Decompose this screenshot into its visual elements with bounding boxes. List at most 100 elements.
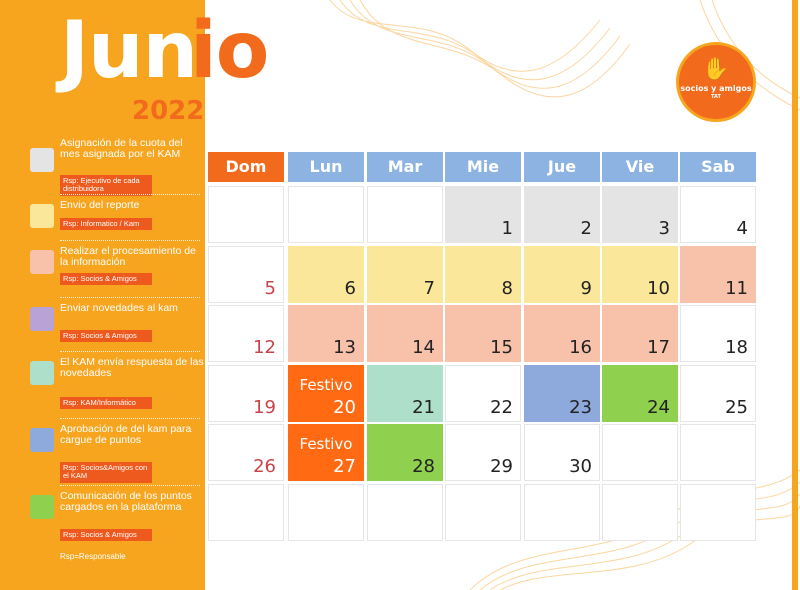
calendar-day[interactable]: 30 bbox=[524, 424, 600, 481]
calendar-empty-cell bbox=[367, 186, 443, 243]
calendar-day[interactable]: 5 bbox=[208, 245, 284, 303]
day-number: 15 bbox=[490, 337, 513, 358]
calendar-day[interactable]: 17 bbox=[602, 305, 678, 362]
calendar-empty-cell bbox=[524, 483, 600, 541]
calendar-day[interactable]: Festivo 27 bbox=[288, 424, 364, 481]
calendar-empty-cell bbox=[680, 424, 756, 481]
legend-responsible: Rsp: KAM/Informático bbox=[60, 397, 152, 410]
day-number: 14 bbox=[412, 337, 435, 358]
calendar-day[interactable]: 16 bbox=[524, 305, 600, 362]
calendar-day[interactable]: 7 bbox=[367, 245, 443, 303]
calendar-day[interactable]: 14 bbox=[367, 305, 443, 362]
calendar-day[interactable]: Festivo 20 bbox=[288, 364, 364, 422]
weekday-header: Jue bbox=[524, 152, 600, 182]
legend-responsible: Rsp: Informatico / Kam bbox=[60, 218, 152, 231]
logo-sub: TAT bbox=[711, 94, 721, 100]
day-number: 8 bbox=[501, 277, 513, 299]
day-number: 10 bbox=[647, 277, 670, 299]
day-number: 9 bbox=[580, 277, 592, 299]
weekday-header: Dom bbox=[208, 152, 284, 182]
calendar-day[interactable]: 26 bbox=[208, 424, 284, 481]
page-title-year: 2022 bbox=[132, 96, 205, 126]
day-number: 18 bbox=[725, 337, 748, 358]
legend-swatch bbox=[30, 361, 54, 385]
calendar-day[interactable]: 6 bbox=[288, 245, 364, 303]
legend-responsible: Rsp: Socios & Amigos bbox=[60, 330, 152, 343]
calendar-day[interactable]: 2 bbox=[524, 186, 600, 243]
calendar-empty-cell bbox=[445, 483, 521, 541]
day-number: 2 bbox=[580, 218, 592, 239]
legend-divider bbox=[60, 485, 200, 486]
legend-text: Asignación de la cuota del mes asignada … bbox=[60, 137, 183, 161]
day-number: 17 bbox=[647, 337, 670, 358]
weekday-header: Mar bbox=[367, 152, 443, 182]
legend-text: Envio del reporte bbox=[60, 199, 140, 211]
day-number: 27 bbox=[333, 456, 356, 477]
legend-swatch bbox=[30, 307, 54, 331]
page-title-month-accent: io bbox=[190, 6, 269, 96]
calendar-day[interactable]: 4 bbox=[680, 186, 756, 243]
day-number: 22 bbox=[490, 396, 513, 418]
page-title-month: Jun bbox=[60, 6, 198, 96]
day-number: 19 bbox=[253, 396, 276, 418]
weekday-header: Vie bbox=[602, 152, 678, 182]
legend-swatch bbox=[30, 428, 54, 452]
calendar-day[interactable]: 29 bbox=[445, 424, 521, 481]
calendar-day[interactable]: 8 bbox=[445, 245, 521, 303]
calendar-day[interactable]: 23 bbox=[524, 364, 600, 422]
legend-divider bbox=[60, 418, 200, 419]
calendar-day[interactable]: 25 bbox=[680, 364, 756, 422]
legend-responsible: Rsp: Socios&Amigos con el KAM bbox=[60, 462, 152, 483]
calendar-day[interactable]: 15 bbox=[445, 305, 521, 362]
weekday-header: Mie bbox=[445, 152, 521, 182]
calendar-day[interactable]: 3 bbox=[602, 186, 678, 243]
calendar-day[interactable]: 9 bbox=[524, 245, 600, 303]
day-number: 5 bbox=[264, 277, 276, 299]
legend-divider bbox=[60, 351, 200, 352]
legend-text: Realizar el procesamiento de la informac… bbox=[60, 245, 196, 269]
calendar-day[interactable]: 18 bbox=[680, 305, 756, 362]
legend-text: Aprobación de del kam para cargue de pun… bbox=[60, 423, 192, 447]
day-number: 4 bbox=[736, 218, 748, 239]
legend-text: El KAM envía respuesta de las novedades bbox=[60, 356, 204, 380]
calendar-day[interactable]: 21 bbox=[367, 364, 443, 422]
holiday-label: Festivo bbox=[299, 435, 353, 453]
legend-swatch bbox=[30, 204, 54, 228]
calendar-day[interactable]: 1 bbox=[445, 186, 521, 243]
calendar-day[interactable]: 22 bbox=[445, 364, 521, 422]
legend-swatch bbox=[30, 148, 54, 172]
day-number: 3 bbox=[658, 218, 670, 239]
calendar-empty-cell bbox=[208, 483, 284, 541]
day-number: 23 bbox=[569, 396, 592, 418]
legend-swatch bbox=[30, 250, 54, 274]
legend-text: Enviar novedades al kam bbox=[60, 302, 178, 314]
calendar-day[interactable]: 13 bbox=[288, 305, 364, 362]
day-number: 7 bbox=[423, 277, 435, 299]
day-number: 25 bbox=[725, 396, 748, 418]
day-number: 12 bbox=[253, 337, 276, 358]
day-number: 26 bbox=[253, 456, 276, 477]
legend-responsible: Rsp: Socios & Amigos bbox=[60, 273, 152, 286]
calendar-day[interactable]: 11 bbox=[680, 245, 756, 303]
calendar-day[interactable]: 12 bbox=[208, 305, 284, 362]
day-number: 11 bbox=[725, 277, 748, 299]
brand-logo: ✋ socios y amigos TAT bbox=[676, 42, 756, 122]
calendar-day[interactable]: 10 bbox=[602, 245, 678, 303]
holiday-label: Festivo bbox=[299, 375, 353, 394]
legend-responsible: Rsp: Ejecutivo de cada distribuidora bbox=[60, 175, 152, 196]
calendar-empty-cell bbox=[602, 424, 678, 481]
legend-divider bbox=[60, 297, 200, 298]
day-number: 29 bbox=[490, 456, 513, 477]
calendar-day[interactable]: 19 bbox=[208, 364, 284, 422]
logo-name: socios y amigos bbox=[680, 84, 752, 93]
weekday-header: Lun bbox=[288, 152, 364, 182]
calendar-empty-cell bbox=[680, 483, 756, 541]
legend-responsible: Rsp: Socios & Amigos bbox=[60, 529, 152, 542]
calendar-empty-cell bbox=[288, 186, 364, 243]
calendar-day[interactable]: 28 bbox=[367, 424, 443, 481]
day-number: 13 bbox=[333, 337, 356, 358]
day-number: 24 bbox=[647, 396, 670, 418]
legend-swatch bbox=[30, 495, 54, 519]
day-number: 28 bbox=[412, 456, 435, 477]
calendar-day[interactable]: 24 bbox=[602, 364, 678, 422]
